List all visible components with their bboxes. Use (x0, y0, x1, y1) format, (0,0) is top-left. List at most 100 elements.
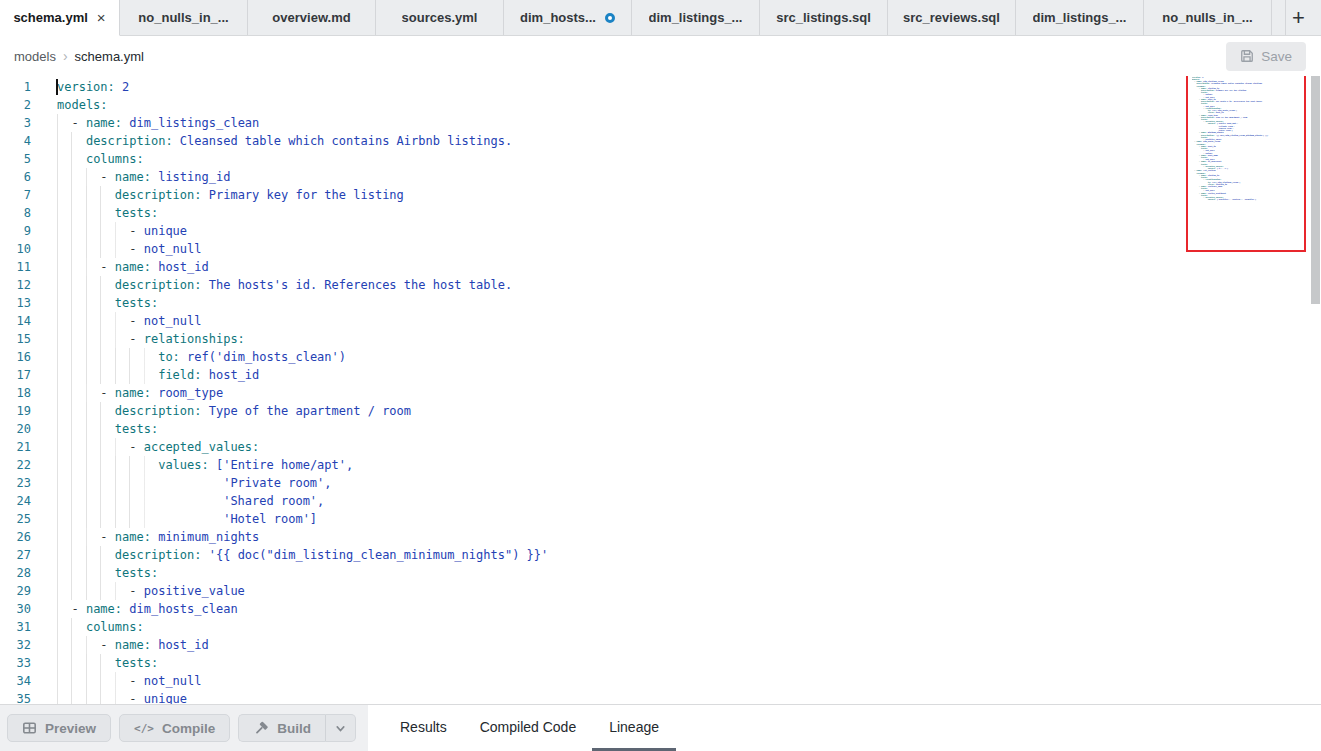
line-number: 8 (0, 204, 31, 222)
line-number: 30 (0, 600, 31, 618)
tab-label: Compiled Code (480, 719, 577, 735)
line-number: 3 (0, 114, 31, 132)
code-pane: 1version: 22models:3 - name: dim_listing… (0, 78, 1321, 704)
file-tab-sources-yml[interactable]: sources.yml (376, 0, 504, 35)
code-icon: </> (134, 722, 154, 735)
file-tab-label: dim_listings_... (1033, 10, 1127, 25)
close-icon[interactable]: × (97, 10, 106, 25)
save-icon (1240, 49, 1254, 63)
code-line: 22 values: ['Entire home/apt', (0, 456, 1321, 474)
code-line: 10 - not_null (0, 240, 1321, 258)
code-line: 6 - name: listing_id (0, 168, 1321, 186)
code-line: 17 field: host_id (0, 366, 1321, 384)
code-line: 9 - unique (0, 222, 1321, 240)
minimap-highlight-box[interactable]: version: 2models: - name: dim_listings_c… (1186, 76, 1306, 252)
code-line: 21 - accepted_values: (0, 438, 1321, 456)
code-line: 19 description: Type of the apartment / … (0, 402, 1321, 420)
code-line: 32 - name: host_id (0, 636, 1321, 654)
code-line: 1version: 2 (0, 78, 1321, 96)
code-line: 16 to: ref('dim_hosts_clean') (0, 348, 1321, 366)
code-line: 20 tests: (0, 420, 1321, 438)
file-tab-src-listings-sql[interactable]: src_listings.sql (760, 0, 888, 35)
code-line: 27 description: '{{ doc("dim_listing_cle… (0, 546, 1321, 564)
file-tab-dim-listings[interactable]: dim_listings_... (1016, 0, 1144, 35)
breadcrumb-file: schema.yml (75, 49, 144, 64)
code-line: 14 - not_null (0, 312, 1321, 330)
code-line: 28 tests: (0, 564, 1321, 582)
file-tab-bar: schema.yml × no_nulls_in_... overview.md sou… (0, 0, 1321, 36)
line-number: 25 (0, 510, 31, 528)
line-number: 26 (0, 528, 31, 546)
line-number: 33 (0, 654, 31, 672)
line-number: 22 (0, 456, 31, 474)
vertical-scrollbar[interactable] (1311, 76, 1320, 304)
line-number: 13 (0, 294, 31, 312)
code-line: 12 description: The hosts's id. Referenc… (0, 276, 1321, 294)
action-buttons-panel: Preview </>Compile Build (0, 705, 368, 751)
line-number: 27 (0, 546, 31, 564)
file-tab-label: sources.yml (402, 10, 478, 25)
ide-window: schema.yml × no_nulls_in_... overview.md sou… (0, 0, 1321, 751)
file-tab-label: src_reviews.sql (903, 10, 1000, 25)
line-number: 32 (0, 636, 31, 654)
line-number: 24 (0, 492, 31, 510)
button-label: Build (277, 721, 311, 736)
add-tab-icon[interactable]: + (1285, 0, 1311, 35)
code-line: 25 'Hotel room'] (0, 510, 1321, 528)
file-tab-label: schema.yml (13, 10, 87, 25)
code-line: 26 - name: minimum_nights (0, 528, 1321, 546)
line-number: 11 (0, 258, 31, 276)
code-line: 7 description: Primary key for the listi… (0, 186, 1321, 204)
hammer-icon (253, 721, 269, 736)
file-tab-label: overview.md (272, 10, 350, 25)
code-line: 2models: (0, 96, 1321, 114)
file-tab-overview-md[interactable]: overview.md (248, 0, 376, 35)
line-number: 9 (0, 222, 31, 240)
code-line: 29 - positive_value (0, 582, 1321, 600)
chevron-down-icon (334, 722, 347, 735)
editor-toolbar: models›schema.yml Save (0, 36, 1321, 76)
minimap-line: values: ['positive', 'neutral', 'negativ… (1192, 199, 1269, 201)
file-tab-no-nulls-in[interactable]: no_nulls_in_... (1144, 0, 1272, 35)
tab-lineage[interactable]: Lineage (609, 705, 659, 751)
breadcrumb: models›schema.yml (0, 48, 144, 64)
build-split-button: Build (238, 714, 356, 742)
tab-bar-spacer (1272, 0, 1285, 35)
file-tab-dim-hosts[interactable]: dim_hosts... (504, 0, 632, 35)
compile-button[interactable]: </>Compile (119, 714, 230, 742)
file-tab-schema-yml[interactable]: schema.yml × (0, 0, 120, 36)
line-number: 14 (0, 312, 31, 330)
line-number: 17 (0, 366, 31, 384)
code-line: 5 columns: (0, 150, 1321, 168)
code-line: 18 - name: room_type (0, 384, 1321, 402)
code-line: 30 - name: dim_hosts_clean (0, 600, 1321, 618)
tab-label: Lineage (609, 719, 659, 735)
line-number: 35 (0, 690, 31, 704)
build-button[interactable]: Build (238, 714, 325, 742)
tab-compiled-code[interactable]: Compiled Code (480, 705, 577, 751)
line-number: 16 (0, 348, 31, 366)
save-button[interactable]: Save (1226, 42, 1306, 71)
table-icon (22, 721, 37, 735)
line-number: 6 (0, 168, 31, 186)
code-line: 34 - not_null (0, 672, 1321, 690)
code-line: 13 tests: (0, 294, 1321, 312)
file-tab-dim-listings[interactable]: dim_listings_... (632, 0, 760, 35)
line-number: 4 (0, 132, 31, 150)
line-number: 21 (0, 438, 31, 456)
line-number: 34 (0, 672, 31, 690)
file-tab-no-nulls-in[interactable]: no_nulls_in_... (120, 0, 248, 35)
code-line: 4 description: Cleansed table which cont… (0, 132, 1321, 150)
tab-results[interactable]: Results (400, 705, 447, 751)
active-tab-underline (592, 748, 676, 751)
file-tab-src-reviews-sql[interactable]: src_reviews.sql (888, 0, 1016, 35)
result-tabs-panel: Results Compiled Code Lineage (368, 705, 1321, 751)
breadcrumb-folder[interactable]: models (14, 49, 56, 64)
file-tab-label: src_listings.sql (776, 10, 871, 25)
code-editor[interactable]: 1version: 22models:3 - name: dim_listing… (0, 76, 1321, 704)
preview-button[interactable]: Preview (7, 714, 111, 742)
line-number: 20 (0, 420, 31, 438)
build-options-dropdown[interactable] (325, 714, 356, 742)
line-number: 7 (0, 186, 31, 204)
code-line: 15 - relationships: (0, 330, 1321, 348)
